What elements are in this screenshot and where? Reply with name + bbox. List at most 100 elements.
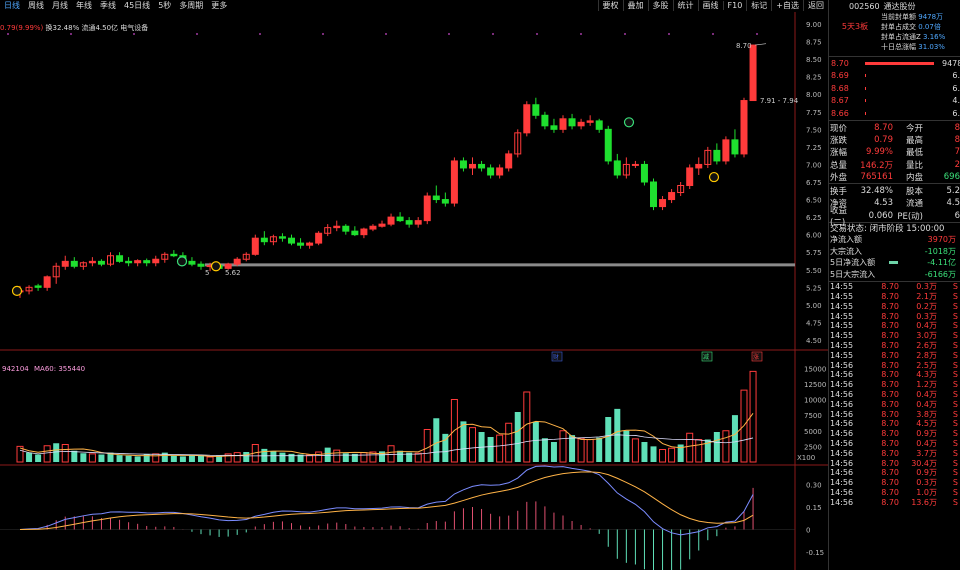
quote-value-2: 4.5 (946, 198, 960, 209)
tool-1[interactable]: 叠加 (622, 0, 648, 11)
tab-1[interactable]: 周线 (24, 0, 48, 11)
tick-price: 8.70 (881, 301, 899, 311)
tab-2[interactable]: 月线 (48, 0, 72, 11)
price-tick: 8.50 (806, 56, 822, 64)
volume-bar (631, 438, 639, 463)
quote-label-2: 量比 (905, 160, 923, 171)
quote-label-2: 最高 (905, 135, 923, 146)
money-flow-label: 5日净流入额 (830, 258, 876, 268)
candle-body (251, 237, 259, 255)
tab-0[interactable]: 日线 (0, 0, 24, 11)
tick-price: 8.70 (881, 282, 899, 292)
badge-label: 财 (553, 353, 559, 361)
money-flow-label: 大宗流入 (830, 246, 862, 256)
volume-bar (731, 415, 738, 462)
volume-bar (605, 417, 612, 462)
tick-side: S (952, 282, 958, 292)
candle-body (378, 223, 386, 227)
tab-4[interactable]: 季线 (96, 0, 120, 11)
volume-bar (179, 456, 186, 462)
signal-dot (536, 33, 538, 35)
tab-8[interactable]: 更多 (207, 0, 231, 11)
tool-8[interactable]: 返回 (803, 0, 828, 11)
candle-body (496, 167, 504, 176)
candle-body (577, 121, 585, 127)
tick-row: 14:55 8.70 0.3万 S (829, 282, 960, 292)
tick-price: 8.70 (881, 380, 899, 390)
tick-price: 8.70 (881, 292, 899, 302)
tick-row: 14:56 8.70 0.9万 S (829, 429, 960, 439)
tick-row: 14:56 8.70 1.0万 S (829, 488, 960, 498)
orderbook-row[interactable]: 8.70 9478 (829, 57, 960, 70)
volume-tick: 10000 (804, 397, 826, 405)
candle-body (478, 163, 486, 169)
tick-side: S (952, 419, 958, 429)
quote-label: 涨幅 (830, 148, 848, 159)
tool-5[interactable]: F10 (722, 1, 747, 10)
tool-6[interactable]: 标记 (746, 0, 771, 11)
quote-row: 收益(二) 0.060 PE(动) 6 (829, 206, 960, 228)
kline-chart: 9.00 8.75 8.50 8.25 8.00 7.75 7.50 7.25 7.00 6.75… (0, 12, 828, 570)
volume-bar (98, 454, 105, 462)
quote-value: 146.2万 (860, 160, 893, 171)
quote-value: 8.70 (874, 122, 893, 133)
macd-tick: 0.15 (806, 504, 822, 512)
signal-dot (492, 33, 494, 35)
tick-time: 14:56 (830, 497, 854, 507)
tick-price: 8.70 (881, 458, 899, 468)
orderbook-row[interactable]: 8.67 4. (829, 95, 960, 108)
bid-volume: 4. (952, 96, 960, 106)
orderbook-row[interactable]: 8.66 6. (829, 107, 960, 120)
volume-bar (116, 455, 123, 462)
volume-bar (279, 452, 286, 462)
signal-marker-icon (623, 117, 635, 128)
orderbook-row[interactable]: 8.68 6. (829, 82, 960, 95)
money-flow-row: 5日净流入额 -4.11亿 (829, 257, 960, 269)
tab-6[interactable]: 5秒 (154, 0, 175, 11)
tool-2[interactable]: 多股 (647, 0, 673, 11)
price-tick: 6.00 (806, 232, 822, 240)
candle-body (613, 160, 621, 176)
tick-time: 14:56 (830, 468, 854, 478)
bid-bar-fill (865, 111, 866, 115)
tick-price: 8.70 (881, 497, 899, 507)
tick-time: 14:56 (830, 478, 854, 488)
quote-label: 外盘 (830, 172, 848, 183)
candle-body (88, 260, 96, 264)
tick-price: 8.70 (881, 488, 899, 497)
volume-bar (306, 454, 314, 463)
volume-bar (487, 437, 494, 462)
stock-info-line: 0.79(9.99%) 换32.48% 流通4.50亿 电气设备 (0, 23, 148, 33)
candle-body (134, 260, 142, 264)
tool-3[interactable]: 统计 (672, 0, 698, 11)
signal-dot (133, 33, 135, 35)
orderbook-row[interactable]: 8.69 6. (829, 70, 960, 83)
tab-3[interactable]: 年线 (72, 0, 96, 11)
tick-row: 14:56 8.70 3.8万 S (829, 409, 960, 419)
candle-body (116, 255, 124, 262)
volume-bar (695, 439, 703, 463)
candle-body (405, 220, 413, 225)
volume-bar (523, 391, 531, 463)
candle-body (306, 242, 314, 246)
tool-4[interactable]: 画线 (697, 0, 723, 11)
badge-icon: 减 (701, 351, 713, 362)
tool-7[interactable]: +自选 (771, 0, 803, 11)
signal-dot (668, 33, 670, 35)
tool-0[interactable]: 要权 (597, 0, 623, 11)
candle-body (541, 114, 549, 127)
tick-price: 8.70 (881, 390, 899, 400)
trade-status: 交易状态: 闭市阶段 15:00:00 (829, 221, 960, 234)
tab-5[interactable]: 45日线 (120, 0, 154, 11)
tick-side: S (952, 360, 958, 370)
volume-bar (614, 408, 621, 462)
candle-body (450, 160, 458, 204)
candle-body (441, 199, 449, 204)
tick-time: 14:56 (830, 360, 854, 370)
volume-bar (414, 452, 422, 463)
support-line (205, 263, 795, 267)
volume-tick: 2500 (804, 443, 822, 451)
tab-7[interactable]: 多周期 (175, 0, 207, 11)
money-flow: 净流入额 3970万 大宗流入 -1018万 5日净流入额 -4.11亿 5日大宗流入 -61… (829, 234, 960, 280)
quote-value: 0.79 (874, 134, 893, 145)
